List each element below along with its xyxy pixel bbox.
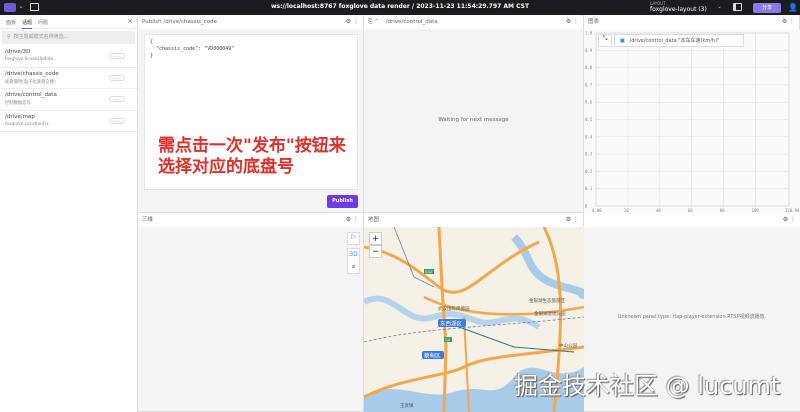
y-tick-label: 0.8 (585, 65, 593, 70)
watermark: 掘金技术社区 @ lucumt (514, 372, 781, 400)
topic-toggle[interactable]: ─┆─ (109, 74, 125, 81)
left-sidebar-toggle-icon[interactable] (733, 3, 742, 11)
zoom-in-button[interactable]: + (369, 232, 382, 245)
tab-problems[interactable]: 问题 (38, 19, 48, 26)
copy-icon[interactable]: ⎘ ⌃ (368, 19, 379, 25)
raw-messages-panel: ⎘ ⌃ /drive/control_data ⚙ ⋮ Waiting for n… (364, 15, 584, 213)
y-tick-label: 0.3 (585, 152, 593, 157)
panel-title: 三维 (142, 217, 154, 223)
chevron-down-icon[interactable]: ⌄ (717, 3, 722, 10)
y-tick-label: 0.2 (585, 169, 593, 174)
panel-settings-icon[interactable]: ⚙ ⋮ (782, 15, 795, 29)
panel-title: 地图 (368, 217, 380, 223)
select-tool-icon[interactable]: ▷ (347, 232, 360, 245)
y-tick-label: 1.0 (585, 31, 593, 36)
topic-list-item[interactable]: /drive/control_data 控制数据信号 ─┆─ (0, 89, 137, 111)
unknown-panel-message: Unknown panel type: rtsp-player-extensio… (617, 314, 767, 320)
svg-text:玉贤镇: 玉贤镇 (400, 402, 414, 409)
panel-settings-icon[interactable]: ⚙ ⋮ (346, 15, 359, 29)
y-tick-label: 0.5 (585, 117, 593, 122)
3d-panel: 三维 ⚙ ⋮ ▷ 3D ⌀ (138, 213, 364, 412)
topic-toggle[interactable]: ─┆─ (109, 96, 125, 102)
collapse-legend-icon[interactable]: ⤡ (598, 34, 612, 47)
series-color-swatch: ■ (620, 38, 625, 44)
panel-settings-icon[interactable]: ⚙ ⋮ (566, 15, 579, 29)
legend-item[interactable]: ■ /drive/control_data."本车车速(km/h)" (614, 34, 744, 47)
app-toolbar: ⌄ ws://localhost:8767 foxglove data rend… (0, 0, 800, 15)
svg-text:金银湖湿地公园: 金银湖湿地公园 (534, 310, 566, 317)
search-icon: ⚲ (7, 34, 11, 40)
tab-topics[interactable]: 话题 (22, 19, 33, 29)
svg-text:武汉国际风情园: 武汉国际风情园 (438, 305, 470, 312)
plot-panel: 图表 ⚙ ⋮ 0 0.1 0.2 0.3 0.4 0.5 0.6 0.7 0.8 0.9 1.0 0.0… (584, 15, 800, 213)
close-icon[interactable]: × (127, 17, 133, 25)
y-tick-label: 0.1 (585, 186, 593, 191)
topic-list-item[interactable]: /drive/3D foxglove.SceneUpdate ─┆─ (0, 46, 137, 68)
user-icon[interactable]: 👤 (788, 3, 798, 12)
topics-sidebar: 面板 话题 问题 × ⚲ 按主题或模式名称筛选... /drive/3D foxgl… (0, 15, 138, 412)
panel-title: Publish /drive/chassis_code (142, 19, 217, 25)
topic-toggle[interactable]: ─┆─ (109, 117, 125, 124)
y-tick-label: 0.7 (585, 82, 593, 87)
publish-panel: Publish /drive/chassis_code ⚙ ⋮ { "chassi… (138, 15, 364, 213)
publish-button[interactable]: Publish (327, 195, 358, 208)
waiting-message: Waiting for next message (438, 117, 509, 123)
svg-text:中山公园: 中山公园 (559, 342, 577, 349)
plot-chart[interactable]: 00.10.20.30.40.50.60.70.80.91.00.00 20 40 6… (584, 29, 800, 213)
svg-text:蔡甸区: 蔡甸区 (424, 352, 441, 360)
layout-selector[interactable]: foxglove-layout (3) (650, 6, 707, 13)
topic-list-item[interactable]: /drive/chassis_code 底盘调用(电子化底盘交换) ─┆─ (0, 68, 137, 89)
y-tick-label: 0.6 (585, 100, 593, 105)
share-button[interactable]: 分享 (753, 3, 781, 13)
zoom-out-button[interactable]: − (369, 245, 382, 258)
topic-list-item[interactable]: /drive/map foxglove.LocationFix ─┆─ (0, 111, 137, 132)
tab-panels[interactable]: 面板 (6, 19, 16, 26)
y-tick-label: 0 (585, 204, 588, 209)
panel-title: 图表 (588, 19, 600, 25)
measure-icon: ⌀ (351, 263, 356, 270)
svg-text:东西湖区: 东西湖区 (440, 320, 463, 328)
topic-input[interactable]: /drive/control_data (386, 19, 438, 25)
svg-text:G4: G4 (445, 338, 451, 342)
topic-search-input[interactable]: ⚲ 按主题或模式名称筛选... (2, 31, 135, 44)
topic-toggle[interactable]: ─┆─ (109, 53, 125, 59)
panel-settings-icon[interactable]: ⚙ ⋮ (783, 213, 796, 227)
svg-text:金银湖生态旅游区: 金银湖生态旅游区 (529, 297, 565, 304)
panel-settings-icon[interactable]: ⚙ ⋮ (566, 213, 579, 227)
annotation-note: 需点击一次"发布"按钮来 选择对应的底盘号 (158, 136, 346, 177)
svg-text:G42: G42 (425, 270, 432, 274)
panel-settings-icon[interactable]: ⚙ ⋮ (346, 213, 359, 227)
y-tick-label: 0.9 (585, 48, 593, 53)
view-mode-toggle[interactable]: 3D ⌀ (347, 248, 360, 274)
y-tick-label: 0.4 (585, 134, 593, 139)
